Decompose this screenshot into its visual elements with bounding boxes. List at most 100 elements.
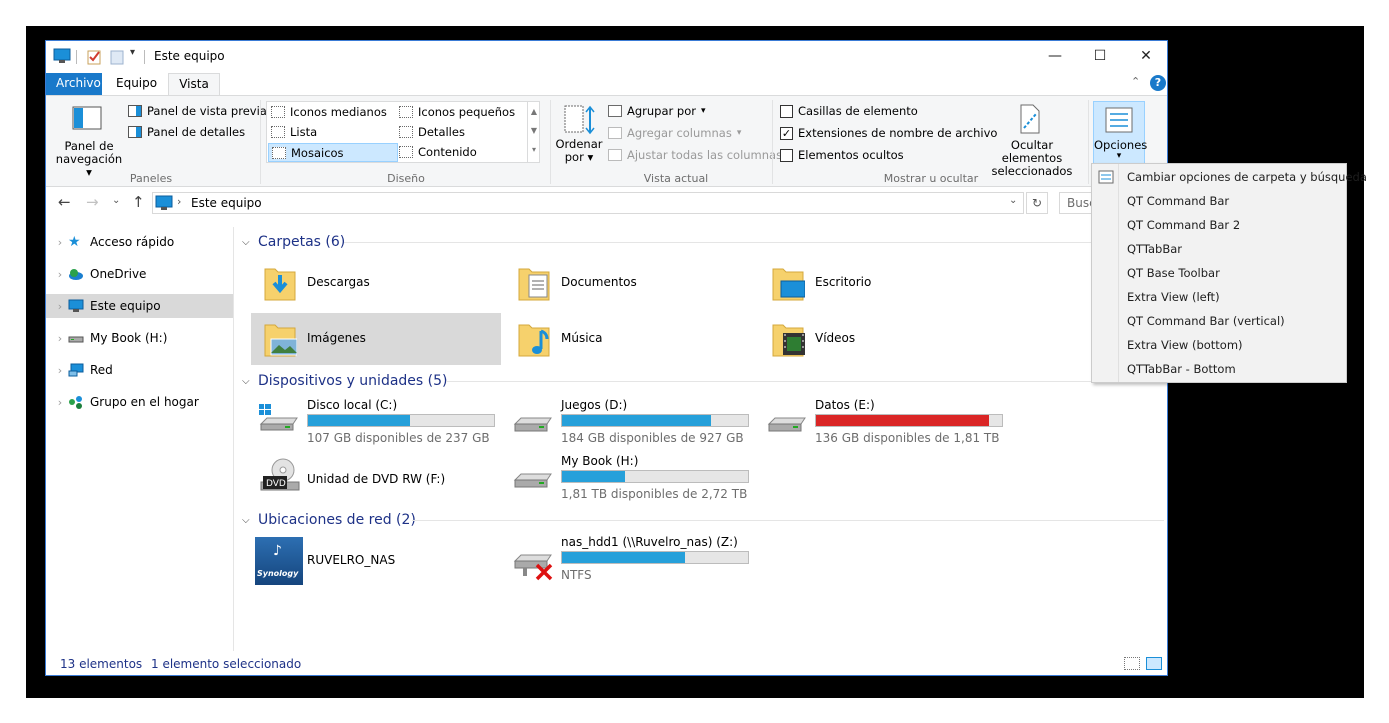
folder-tile[interactable]: Descargas xyxy=(251,257,501,309)
customize-quick-access-icon[interactable]: ▾ xyxy=(130,47,135,58)
drive-tile[interactable]: Juegos (D:) 184 GB disponibles de 927 GB xyxy=(505,398,755,450)
divider xyxy=(260,100,261,184)
drive-tile[interactable]: Disco local (C:) 107 GB disponibles de 2… xyxy=(251,398,501,450)
address-bar[interactable]: › Este equipo ⌄ xyxy=(152,192,1024,214)
drive-usage-fill xyxy=(562,471,626,482)
checkbox-checked[interactable]: ✓ xyxy=(780,126,793,140)
collapse-ribbon-icon[interactable]: ⌃ xyxy=(1131,75,1140,88)
folder-tile[interactable]: Documentos xyxy=(505,257,755,309)
sort-by-button[interactable]: Ordenar por ▾ xyxy=(554,138,604,164)
refresh-icon[interactable]: ↻ xyxy=(1026,192,1048,214)
nav-item-this-pc[interactable]: › Este equipo xyxy=(46,294,233,318)
up-icon[interactable]: ↑ xyxy=(132,193,145,211)
disconnected-network-drive-icon xyxy=(513,554,553,581)
collapse-chevron-icon[interactable]: ⌵ xyxy=(242,515,258,526)
layout-list[interactable]: Lista xyxy=(271,125,317,139)
section-divider xyxy=(412,520,1164,521)
details-icon xyxy=(399,126,413,138)
forward-icon[interactable]: → xyxy=(86,193,99,211)
network-location-tile[interactable]: ♪ Synology RUVELRO_NAS xyxy=(251,535,501,587)
drive-tile[interactable]: Datos (E:) 136 GB disponibles de 1,81 TB xyxy=(759,398,1009,450)
drive-tile[interactable]: My Book (H:) 1,81 TB disponibles de 2,72… xyxy=(505,454,755,506)
breadcrumb-separator-icon[interactable]: › xyxy=(177,195,181,208)
layout-content[interactable]: Contenido xyxy=(399,145,477,159)
layout-small-icons[interactable]: Iconos pequeños xyxy=(399,105,515,119)
drive-tile[interactable]: DVD Unidad de DVD RW (F:) xyxy=(251,454,501,506)
menu-item-qt-command-bar[interactable]: QT Command Bar xyxy=(1092,189,1346,213)
preview-pane-button[interactable]: Panel de vista previa xyxy=(128,104,267,118)
folder-name: Vídeos xyxy=(815,331,856,345)
folder-tile[interactable]: Escritorio xyxy=(759,257,1009,309)
chevron-down-icon: ▾ xyxy=(700,106,706,116)
hide-selected-icon[interactable] xyxy=(1018,104,1042,134)
nav-item-network[interactable]: › Red xyxy=(46,358,233,382)
maximize-button[interactable]: ☐ xyxy=(1077,41,1123,71)
menu-item-qttabbar[interactable]: QTTabBar xyxy=(1092,237,1346,261)
divider xyxy=(1088,100,1089,184)
gallery-scroll[interactable]: ▲ ▼ ▾ xyxy=(527,102,540,162)
hide-selected-button[interactable]: Ocultar elementos seleccionados xyxy=(982,139,1082,178)
group-by-button[interactable]: Agrupar por ▾ xyxy=(608,104,706,118)
folder-name: Música xyxy=(561,331,603,345)
nav-item-homegroup[interactable]: › Grupo en el hogar xyxy=(46,390,233,414)
new-folder-icon[interactable] xyxy=(110,49,124,65)
menu-item-qt-base-toolbar[interactable]: QT Base Toolbar xyxy=(1092,261,1346,285)
recent-locations-icon[interactable]: ⌄ xyxy=(112,195,120,206)
layout-tiles[interactable]: Mosaicos xyxy=(268,143,398,162)
help-icon[interactable]: ? xyxy=(1150,75,1166,91)
options-button[interactable]: Opciones ▾ xyxy=(1093,101,1147,165)
details-pane-button[interactable]: Panel de detalles xyxy=(128,125,245,139)
back-icon[interactable]: ← xyxy=(58,193,71,211)
folder-tile[interactable]: Música xyxy=(505,313,755,365)
cloud-icon xyxy=(69,269,83,280)
sort-by-icon[interactable] xyxy=(564,104,596,136)
nav-item-my-book[interactable]: › My Book (H:) xyxy=(46,326,233,350)
checkbox[interactable] xyxy=(780,148,793,162)
section-header-folders[interactable]: ⌵ Carpetas (6) xyxy=(242,232,345,252)
menu-item-folder-options[interactable]: Cambiar opciones de carpeta y búsqueda xyxy=(1092,165,1367,189)
menu-item-qttabbar-bottom[interactable]: QTTabBar - Bottom xyxy=(1092,357,1346,381)
tab-archivo[interactable]: Archivo xyxy=(46,73,102,96)
tab-equipo[interactable]: Equipo xyxy=(106,73,162,96)
expand-chevron-icon[interactable]: › xyxy=(46,268,68,281)
menu-item-extra-view-bottom[interactable]: Extra View (bottom) xyxy=(1092,333,1346,357)
file-extensions-toggle[interactable]: ✓ Extensiones de nombre de archivo xyxy=(780,126,997,140)
menu-item-extra-view-left[interactable]: Extra View (left) xyxy=(1092,285,1346,309)
collapse-chevron-icon[interactable]: ⌵ xyxy=(242,376,258,387)
expand-chevron-icon[interactable]: › xyxy=(46,236,68,249)
hidden-items-toggle[interactable]: Elementos ocultos xyxy=(780,148,904,162)
layout-medium-icons[interactable]: Iconos medianos xyxy=(271,105,387,119)
section-header-network[interactable]: ⌵ Ubicaciones de red (2) xyxy=(242,510,416,530)
close-button[interactable]: ✕ xyxy=(1123,41,1167,71)
drive-usage-bar xyxy=(815,414,1003,427)
expand-chevron-icon[interactable]: › xyxy=(46,364,68,377)
item-checkboxes-toggle[interactable]: Casillas de elemento xyxy=(780,104,918,118)
expand-chevron-icon[interactable]: › xyxy=(46,300,68,313)
nav-item-onedrive[interactable]: › OneDrive xyxy=(46,262,233,286)
large-icons-view-icon[interactable] xyxy=(1146,657,1162,670)
details-view-icon[interactable] xyxy=(1124,657,1140,670)
collapse-chevron-icon[interactable]: ⌵ xyxy=(242,237,258,248)
network-location-tile[interactable]: nas_hdd1 (\\Ruvelro_nas) (Z:) NTFS xyxy=(505,535,755,587)
minimize-button[interactable]: — xyxy=(1032,41,1078,71)
tab-vista[interactable]: Vista xyxy=(168,73,220,97)
drive-usage-bar xyxy=(561,551,749,564)
properties-icon[interactable] xyxy=(86,49,102,65)
nav-item-quick-access[interactable]: › ★ Acceso rápido xyxy=(46,230,233,254)
add-columns-button[interactable]: Agregar columnas ▾ xyxy=(608,126,741,140)
fit-columns-button[interactable]: Ajustar todas las columnas xyxy=(608,148,782,162)
address-dropdown-icon[interactable]: ⌄ xyxy=(1009,195,1017,206)
section-header-devices[interactable]: ⌵ Dispositivos y unidades (5) xyxy=(242,371,448,391)
menu-item-qt-command-bar-2[interactable]: QT Command Bar 2 xyxy=(1092,213,1346,237)
checkbox[interactable] xyxy=(780,104,793,118)
layout-details[interactable]: Detalles xyxy=(399,125,465,139)
expand-chevron-icon[interactable]: › xyxy=(46,332,68,345)
folder-tile[interactable]: Vídeos xyxy=(759,313,1009,365)
drive-usage-bar xyxy=(561,470,749,483)
navigation-pane-icon[interactable] xyxy=(72,106,104,132)
nav-item-label: Red xyxy=(90,363,113,377)
expand-chevron-icon[interactable]: › xyxy=(46,396,68,409)
breadcrumb[interactable]: Este equipo xyxy=(191,196,262,210)
menu-item-qt-command-bar-vertical[interactable]: QT Command Bar (vertical) xyxy=(1092,309,1346,333)
folder-tile-selected[interactable]: Imágenes xyxy=(251,313,501,365)
